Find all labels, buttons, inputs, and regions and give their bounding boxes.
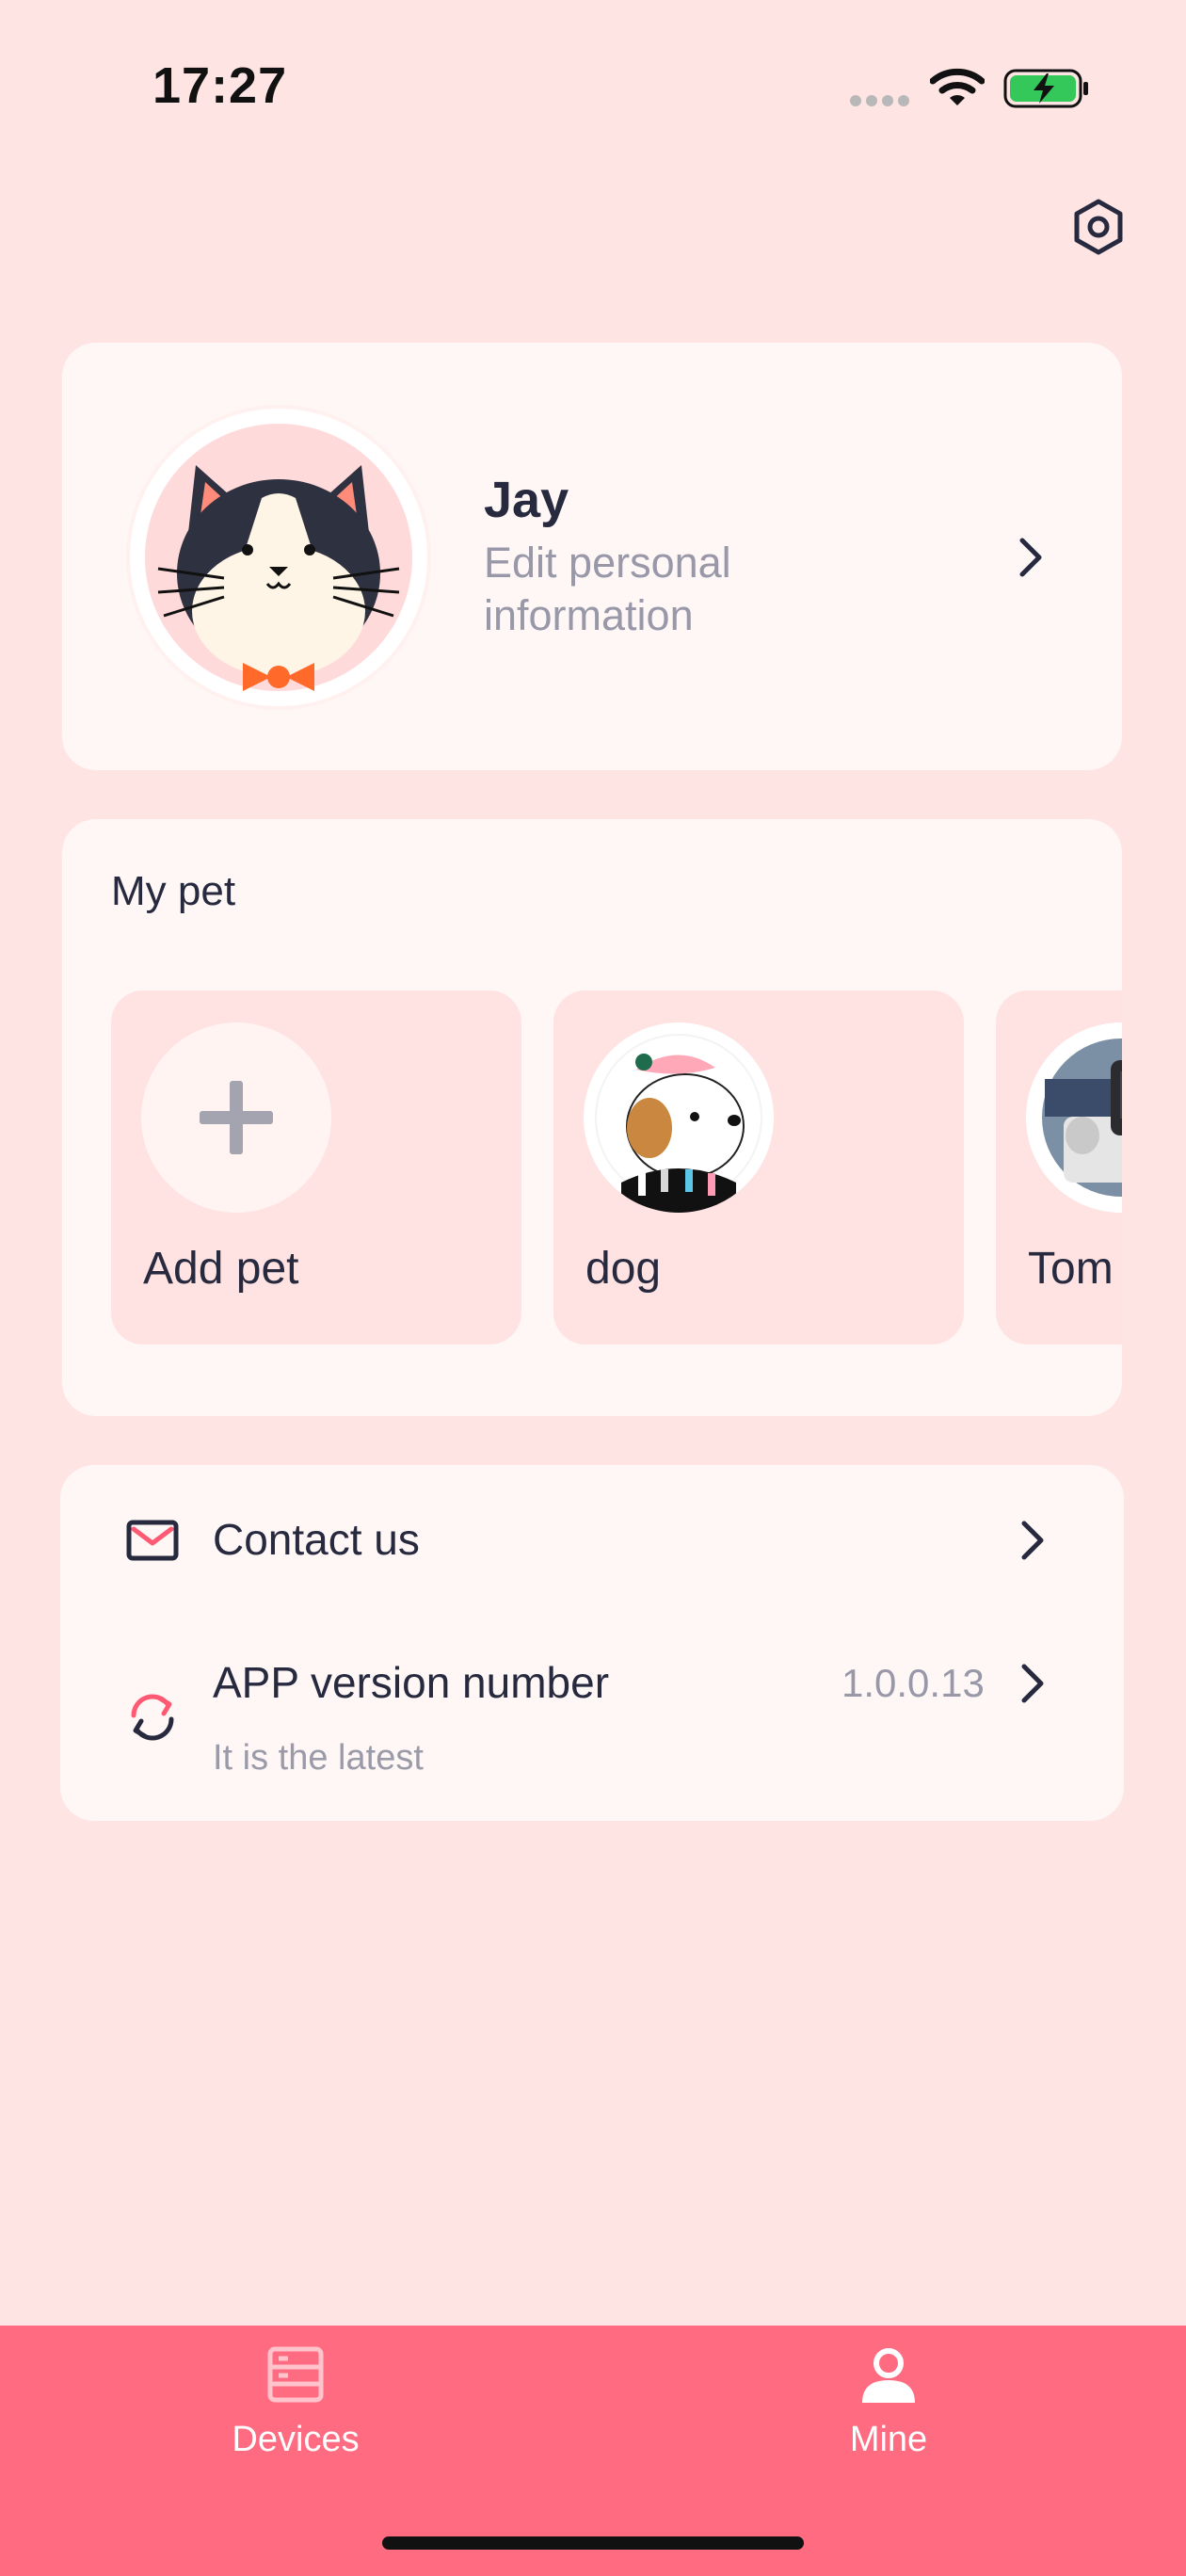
person-icon — [862, 2348, 915, 2403]
dog-avatar-icon — [592, 1031, 765, 1213]
status-time: 17:27 — [152, 57, 288, 114]
tab-devices-label: Devices — [232, 2420, 360, 2459]
battery-charging-icon — [1003, 69, 1088, 108]
devices-icon — [267, 2346, 324, 2403]
avatar[interactable] — [130, 409, 427, 706]
refresh-icon — [131, 1694, 174, 1741]
version-number: 1.0.0.13 — [841, 1661, 985, 1705]
device-photo-icon — [1034, 1031, 1122, 1204]
contact-us-item[interactable]: Contact us — [213, 1514, 420, 1565]
add-pet-button[interactable]: Add pet — [111, 990, 521, 1344]
plus-icon — [200, 1081, 273, 1154]
mail-icon — [126, 1520, 179, 1561]
pet-name: dog — [585, 1244, 662, 1294]
add-pet-circle — [141, 1022, 331, 1213]
profile-name[interactable]: Jay — [484, 471, 569, 529]
chevron-right-icon[interactable] — [1017, 1518, 1049, 1563]
chevron-right-icon[interactable] — [1017, 1661, 1049, 1706]
tab-devices[interactable]: Devices — [154, 2344, 437, 2476]
wifi-icon — [930, 68, 985, 105]
pet-avatar — [584, 1022, 774, 1213]
tab-mine-label: Mine — [849, 2420, 928, 2459]
tab-mine[interactable]: Mine — [747, 2344, 1030, 2476]
edit-profile-link[interactable]: Edit personal information — [484, 537, 794, 642]
pet-carousel[interactable]: Add pet dog Tom — [111, 990, 1122, 1344]
pet-card-tom[interactable]: Tom — [996, 990, 1122, 1344]
settings-hexagon-icon[interactable] — [1069, 198, 1128, 256]
version-status: It is the latest — [213, 1738, 424, 1778]
signal-dots-icon — [850, 95, 909, 106]
my-pet-title: My pet — [111, 868, 236, 914]
chevron-right-icon[interactable] — [1015, 535, 1047, 580]
pet-name: Tom — [1028, 1244, 1114, 1294]
pet-name: Add pet — [143, 1244, 299, 1294]
cat-avatar-icon — [145, 424, 412, 691]
home-indicator — [382, 2536, 804, 2550]
app-version-item[interactable]: APP version number — [213, 1657, 609, 1708]
pet-card-dog[interactable]: dog — [553, 990, 964, 1344]
pet-avatar — [1026, 1022, 1122, 1213]
